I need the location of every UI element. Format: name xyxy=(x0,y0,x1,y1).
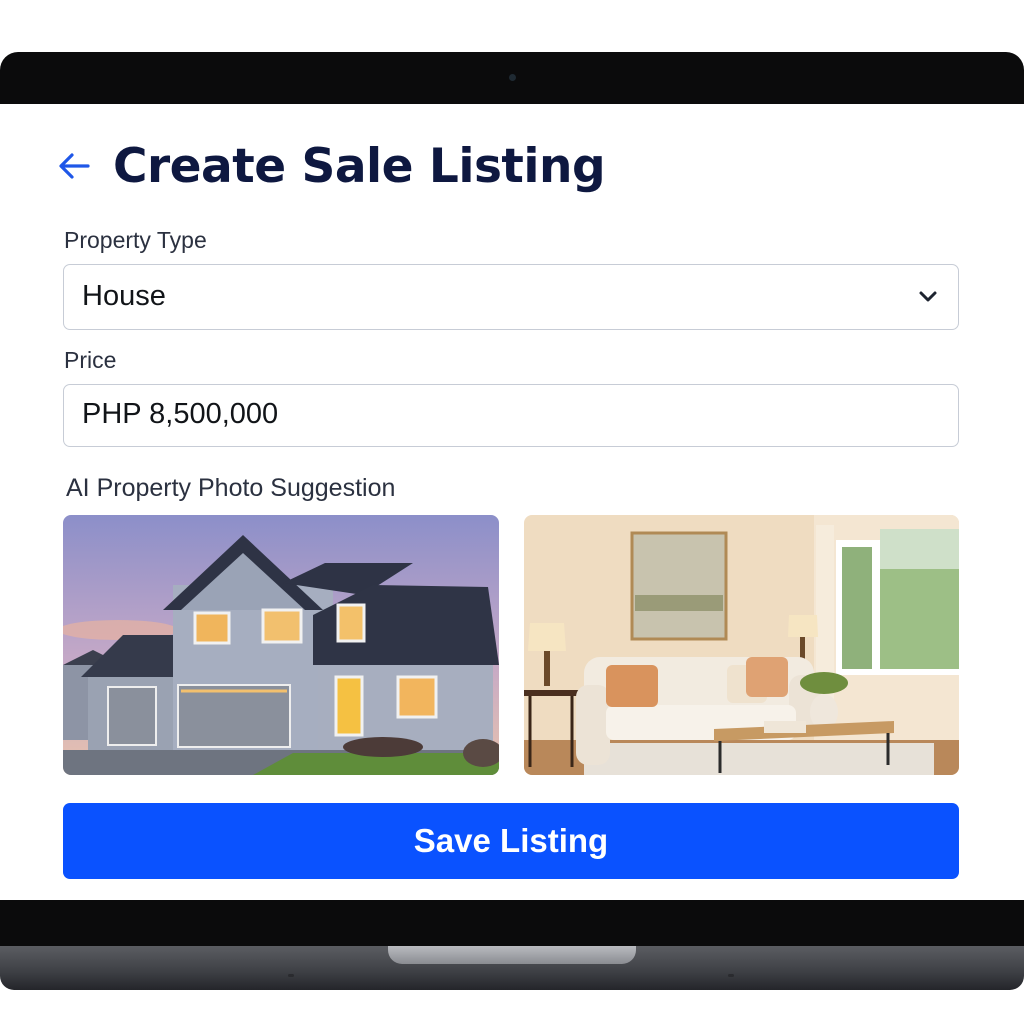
property-type-value: House xyxy=(82,280,166,312)
property-type-label: Property Type xyxy=(64,227,207,253)
laptop-opening-notch xyxy=(388,946,636,964)
living-room-photo[interactable] xyxy=(524,515,959,775)
photo-suggestion-label: AI Property Photo Suggestion xyxy=(66,474,396,502)
base-vent xyxy=(288,974,294,977)
house-exterior-photo[interactable] xyxy=(63,515,499,775)
page-title: Create Sale Listing xyxy=(113,139,606,194)
chevron-down-icon xyxy=(919,291,937,302)
laptop-bottom-bezel xyxy=(0,900,1024,946)
price-label: Price xyxy=(64,347,117,373)
save-listing-button[interactable]: Save Listing xyxy=(63,803,959,879)
property-type-select[interactable]: House xyxy=(63,264,959,330)
base-vent xyxy=(728,974,734,977)
back-button[interactable] xyxy=(57,148,93,184)
price-input[interactable]: PHP 8,500,000 xyxy=(63,384,959,447)
price-value: PHP 8,500,000 xyxy=(82,398,279,430)
webcam xyxy=(509,74,516,81)
arrow-left-icon xyxy=(59,153,90,179)
